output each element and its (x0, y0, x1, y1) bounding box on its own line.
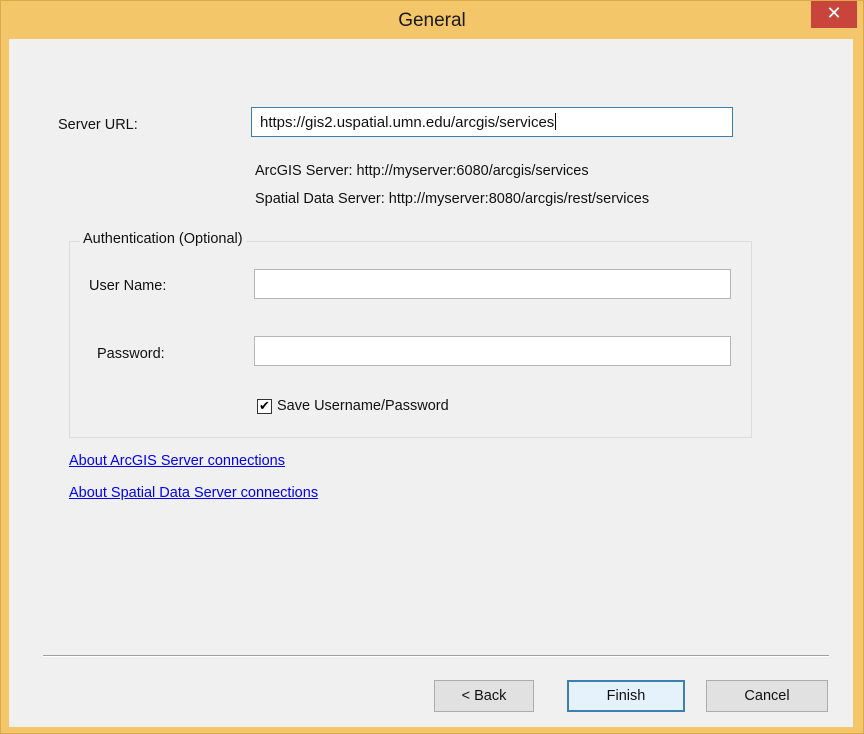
title-bar[interactable]: General ✕ (1, 1, 863, 35)
password-input[interactable] (254, 336, 731, 366)
about-sds-connections-link[interactable]: About Spatial Data Server connections (69, 485, 318, 501)
finish-button[interactable]: Finish (567, 680, 685, 712)
username-input[interactable] (254, 269, 731, 299)
close-icon: ✕ (826, 3, 842, 24)
server-url-value: https://gis2.uspatial.umn.edu/arcgis/ser… (260, 114, 555, 131)
about-arcgis-connections-link[interactable]: About ArcGIS Server connections (69, 453, 285, 469)
save-credentials-label[interactable]: Save Username/Password (277, 398, 449, 414)
close-button[interactable]: ✕ (811, 1, 857, 28)
window-title: General (398, 10, 466, 31)
authentication-group-title: Authentication (Optional) (80, 231, 246, 247)
cancel-button[interactable]: Cancel (706, 680, 828, 712)
spatial-data-server-hint: Spatial Data Server: http://myserver:808… (255, 191, 650, 207)
back-button[interactable]: < Back (434, 680, 534, 712)
password-label: Password: (97, 346, 165, 362)
username-label: User Name: (89, 278, 167, 294)
server-url-label: Server URL: (58, 117, 138, 133)
dialog-window: General ✕ Server URL: https://gis2.uspat… (0, 0, 864, 734)
checkmark-icon: ✔ (259, 399, 270, 414)
footer-separator (43, 655, 829, 657)
text-caret (555, 113, 557, 130)
server-url-input[interactable]: https://gis2.uspatial.umn.edu/arcgis/ser… (251, 107, 733, 137)
save-credentials-checkbox[interactable]: ✔ (257, 399, 272, 414)
arcgis-server-hint: ArcGIS Server: http://myserver:6080/arcg… (255, 163, 589, 179)
dialog-content: Server URL: https://gis2.uspatial.umn.ed… (9, 39, 853, 727)
